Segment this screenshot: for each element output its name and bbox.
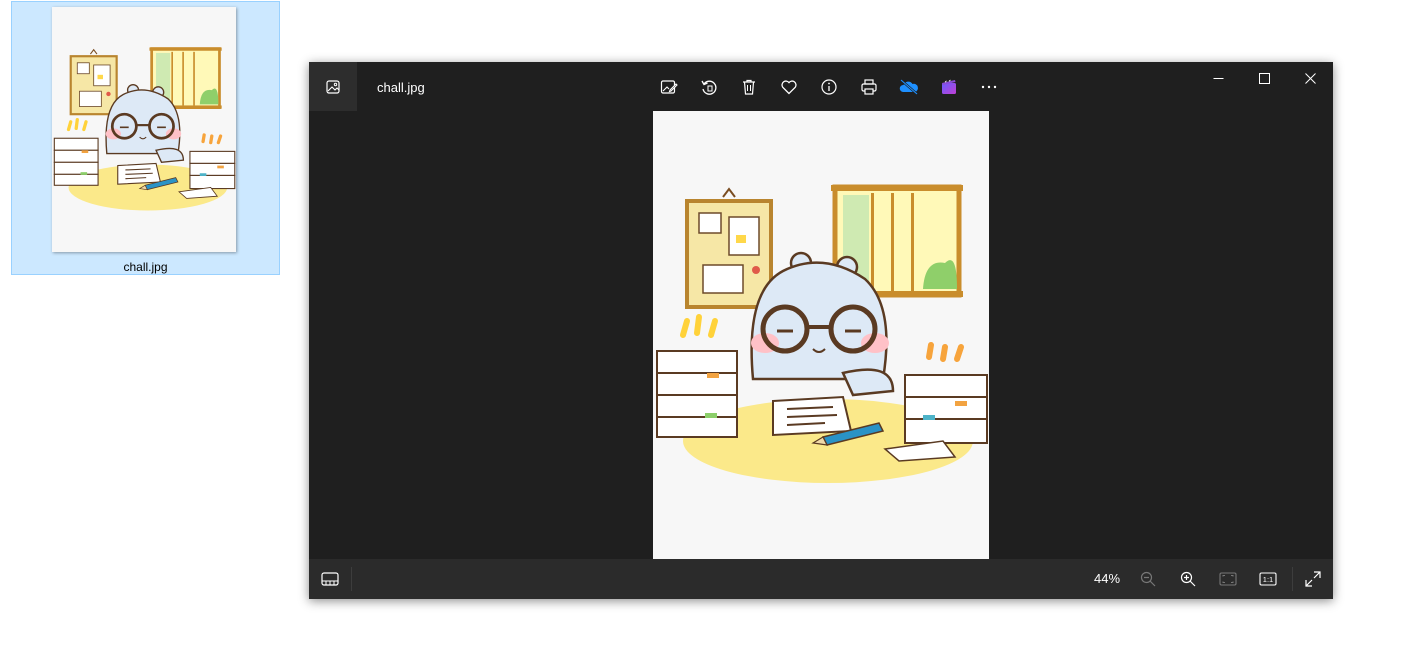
zoom-in-button[interactable]: [1177, 569, 1199, 589]
close-button[interactable]: [1287, 62, 1333, 94]
more-options-icon: [981, 85, 997, 89]
filmstrip-button[interactable]: [319, 569, 341, 589]
title-bar: chall.jpg: [309, 62, 1333, 111]
info-button[interactable]: [809, 75, 849, 99]
fit-to-window-icon: [1219, 572, 1237, 586]
photos-icon: [326, 79, 340, 94]
rotate-button[interactable]: [689, 75, 729, 99]
actual-size-icon: 1:1: [1259, 572, 1277, 586]
desktop-file-chall[interactable]: chall.jpg: [11, 1, 280, 275]
print-button[interactable]: [849, 75, 889, 99]
minimize-button[interactable]: [1195, 62, 1241, 94]
photos-app-icon[interactable]: [309, 62, 357, 111]
more-options-button[interactable]: [969, 75, 1009, 99]
onedrive-icon: [899, 79, 918, 95]
actual-size-button[interactable]: 1:1: [1257, 569, 1279, 589]
displayed-image: [653, 111, 989, 559]
rotate-icon: [701, 80, 717, 95]
zoom-out-button[interactable]: [1137, 569, 1159, 589]
fullscreen-button[interactable]: [1302, 569, 1324, 589]
onedrive-button[interactable]: [889, 75, 929, 99]
window-controls: [1195, 62, 1333, 94]
window-title: chall.jpg: [377, 80, 425, 95]
file-name-label: chall.jpg: [123, 260, 168, 274]
delete-button[interactable]: [729, 75, 769, 99]
close-icon: [1304, 72, 1316, 84]
favorite-button[interactable]: [769, 75, 809, 99]
toolbar: [649, 75, 1009, 99]
fit-to-window-button[interactable]: [1217, 569, 1239, 589]
filmstrip-icon: [321, 572, 339, 586]
image-canvas[interactable]: [309, 111, 1333, 559]
maximize-button[interactable]: [1241, 62, 1287, 94]
edit-image-icon: [660, 80, 678, 94]
photos-window: chall.jpg 44% 1:1: [309, 62, 1333, 599]
maximize-icon: [1258, 72, 1270, 84]
edit-image-button[interactable]: [649, 75, 689, 99]
fullscreen-icon: [1305, 571, 1321, 587]
clipchamp-icon: [942, 79, 956, 94]
zoom-in-icon: [1180, 571, 1196, 587]
zoom-out-icon: [1140, 571, 1156, 587]
favorite-heart-icon: [781, 80, 797, 95]
svg-text:1:1: 1:1: [1263, 575, 1273, 584]
bottom-divider: [351, 567, 352, 591]
zoom-level: 44%: [1093, 571, 1121, 586]
bottom-divider-right: [1292, 567, 1293, 591]
minimize-icon: [1213, 77, 1223, 79]
bottom-bar: 44% 1:1: [309, 559, 1333, 599]
thumbnail-illustration: [52, 7, 236, 252]
print-icon: [861, 79, 877, 95]
file-thumbnail: [52, 7, 236, 252]
bear-illustration: [653, 111, 989, 559]
clipchamp-button[interactable]: [929, 75, 969, 99]
delete-icon: [743, 79, 755, 95]
info-icon: [821, 79, 837, 95]
